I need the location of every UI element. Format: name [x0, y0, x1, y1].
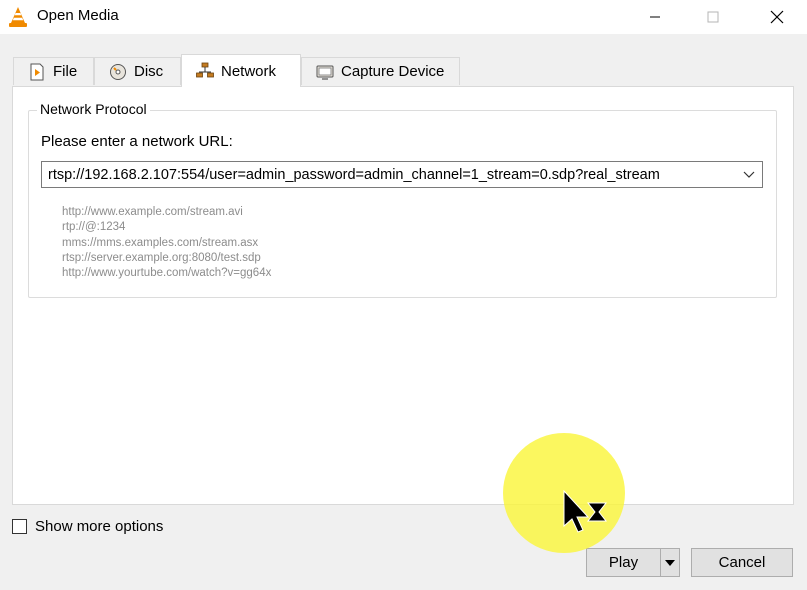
show-more-options-label: Show more options: [35, 518, 164, 535]
group-title: Network Protocol: [37, 101, 150, 117]
chevron-down-icon: [743, 171, 755, 178]
network-url-input[interactable]: [42, 162, 736, 187]
play-button[interactable]: Play: [587, 549, 661, 576]
tab-network-label: Network: [221, 62, 277, 80]
network-protocol-group: Network Protocol Please enter a network …: [28, 101, 777, 298]
tab-capture-device[interactable]: Capture Device: [301, 57, 460, 85]
tab-capture-device-label: Capture Device: [341, 63, 445, 80]
maximize-button[interactable]: [690, 0, 736, 34]
play-split-button[interactable]: Play: [586, 548, 680, 577]
url-examples: http://www.example.com/stream.avi rtp://…: [62, 205, 271, 281]
example-url: rtp://@:1234: [62, 221, 126, 234]
example-url: http://www.yourtube.com/watch?v=gg64x: [62, 267, 272, 280]
tab-disc-label: Disc: [134, 63, 164, 80]
window-title: Open Media: [37, 7, 119, 24]
maximize-icon: [707, 11, 719, 23]
capture-device-icon: [316, 65, 334, 80]
cancel-button[interactable]: Cancel: [691, 548, 793, 577]
url-dropdown-button[interactable]: [736, 162, 762, 187]
network-icon: [196, 62, 214, 78]
disc-icon: [110, 63, 126, 80]
tab-disc[interactable]: Disc: [94, 57, 181, 85]
show-more-options[interactable]: Show more options: [12, 518, 163, 535]
busy-cursor-icon: [563, 490, 608, 533]
example-url: mms://mms.examples.com/stream.asx: [62, 236, 259, 249]
network-url-combobox[interactable]: [41, 161, 763, 188]
minimize-button[interactable]: [632, 0, 678, 34]
example-url: http://www.example.com/stream.avi: [62, 206, 243, 218]
show-more-options-checkbox[interactable]: [12, 519, 27, 534]
file-icon: [30, 63, 44, 80]
tab-network[interactable]: Network: [181, 54, 301, 87]
vlc-cone-icon: [9, 7, 27, 27]
title-bar[interactable]: Open Media: [0, 0, 807, 34]
close-button[interactable]: [754, 0, 800, 34]
example-url: rtsp://server.example.org:8080/test.sdp: [62, 251, 261, 264]
network-tab-panel: Network Protocol Please enter a network …: [12, 86, 794, 505]
play-dropdown-button[interactable]: [661, 549, 679, 576]
close-icon: [770, 10, 784, 24]
tab-file-label: File: [53, 63, 78, 80]
tab-file[interactable]: File: [13, 57, 94, 85]
minimize-icon: [650, 16, 660, 18]
caret-down-icon: [665, 559, 675, 566]
url-prompt: Please enter a network URL:: [41, 133, 233, 150]
